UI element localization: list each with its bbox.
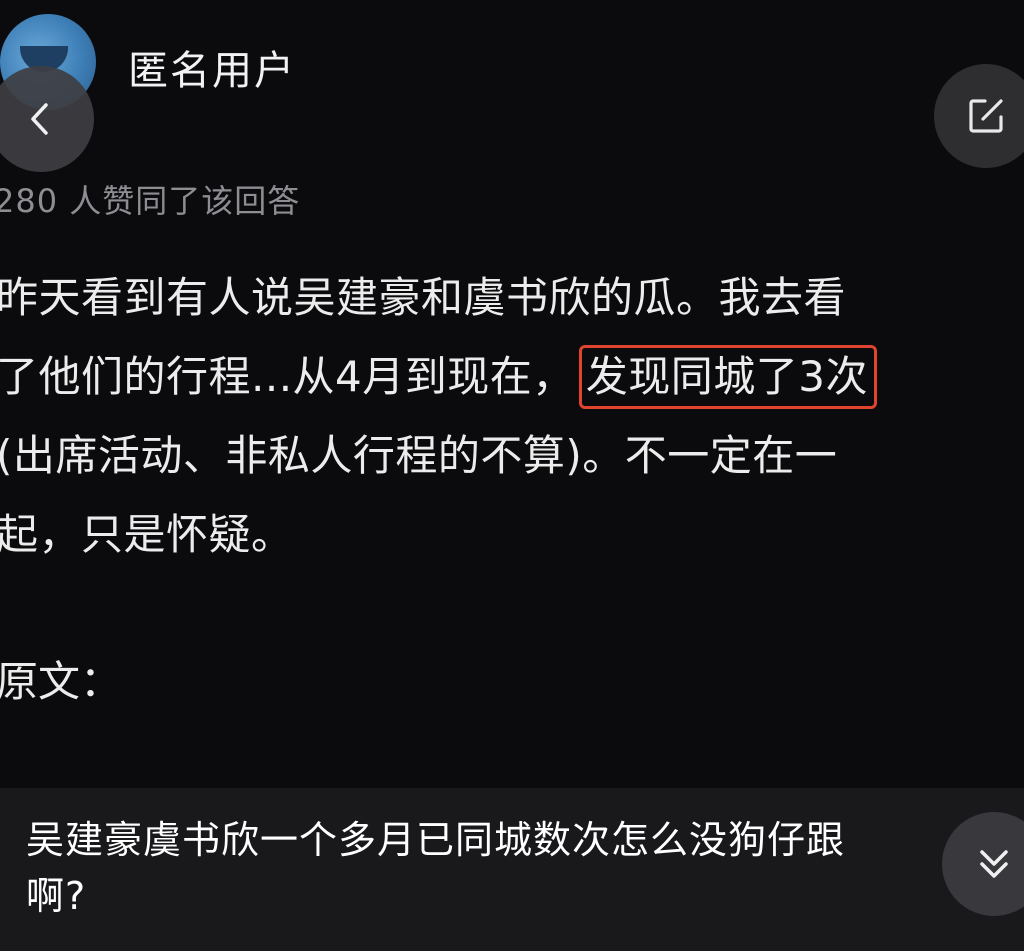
answer-body: 昨天看到有人说吴建豪和虞书欣的瓜。我去看 了他们的行程...从4月到现在， 发现同… xyxy=(0,258,1024,574)
answer-line: 起，只是怀疑。 xyxy=(0,510,294,559)
author-name[interactable]: 匿名用户 xyxy=(128,38,296,96)
answer-line: (出席活动、非私人行程的不算)。不一定在一 xyxy=(0,431,838,480)
answer-line: 昨天看到有人说吴建豪和虞书欣的瓜。我去看 xyxy=(0,273,847,322)
like-count: 280 人赞同了该回答 xyxy=(0,182,301,220)
chevron-left-icon xyxy=(31,103,48,135)
question-title[interactable]: 吴建豪虞书欣一个多月已同城数次怎么没狗仔跟 啊? xyxy=(26,812,956,924)
double-chevron-down-icon xyxy=(980,850,1008,878)
edit-button[interactable] xyxy=(934,64,1024,168)
original-text-label: 原文： xyxy=(0,657,123,706)
edit-square-icon xyxy=(969,99,1003,133)
answer-screen: 匿名用户 280 人赞同了该回答 昨天看到有人说吴建豪和虞书欣的瓜。我去看 了他… xyxy=(0,0,1024,951)
question-line: 啊? xyxy=(26,874,87,918)
answer-line-text: 了他们的行程...从4月到现在， xyxy=(0,352,575,401)
question-line: 吴建豪虞书欣一个多月已同城数次怎么没狗仔跟 xyxy=(26,818,846,862)
answer-line: 了他们的行程...从4月到现在， 发现同城了3次 xyxy=(0,337,1024,416)
highlighted-phrase: 发现同城了3次 xyxy=(578,345,878,409)
